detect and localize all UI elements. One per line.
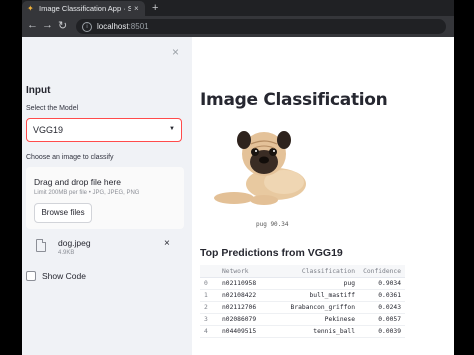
header-classification[interactable]: Classification <box>274 265 359 278</box>
file-size: 4.9KB <box>58 250 75 256</box>
file-dropzone[interactable]: Drag and drop file here Limit 200MB per … <box>26 167 184 229</box>
header-index[interactable] <box>200 265 218 278</box>
dropzone-limit: Limit 200MB per file • JPG, JPEG, PNG <box>34 190 140 196</box>
sidebar-close-icon[interactable]: × <box>172 45 179 59</box>
image-caption: pug 90.34 <box>256 221 289 228</box>
forward-arrow-icon[interactable]: → <box>42 19 53 31</box>
caret-down-icon: ▼ <box>169 126 175 132</box>
row-index: 2 <box>200 301 218 314</box>
browse-files-button[interactable]: Browse files <box>34 203 92 223</box>
letterbox-left <box>0 0 22 355</box>
tab-strip: ✦ Image Classification App · Strea × + <box>22 0 454 16</box>
table-row: 1 n02108422 bull_mastiff 0.0361 <box>200 289 405 302</box>
tab-close-icon[interactable]: × <box>134 4 139 13</box>
table-row: 4 n04409515 tennis_ball 0.0039 <box>200 325 405 338</box>
row-index: 4 <box>200 325 218 338</box>
table-row: 3 n02086079 Pekinese 0.0057 <box>200 313 405 326</box>
cell-network: n02112706 <box>218 301 274 314</box>
cell-confidence: 0.0361 <box>359 289 405 302</box>
browser-tab[interactable]: ✦ Image Classification App · Strea × <box>22 1 145 16</box>
cell-network: n02086079 <box>218 313 274 326</box>
uploaded-file: dog.jpeg 4.9KB × <box>26 236 184 262</box>
cell-classification: Brabancon_griffon <box>274 301 359 314</box>
file-remove-icon[interactable]: × <box>164 238 170 249</box>
browser-toolbar: ← → ↻ i localhost :8501 <box>22 16 454 37</box>
table-row: 2 n02112706 Brabancon_griffon 0.0243 <box>200 301 405 314</box>
row-index: 3 <box>200 313 218 326</box>
table-row: 0 n02110958 pug 0.9034 <box>200 277 405 290</box>
cell-classification: pug <box>274 277 359 290</box>
new-tab-icon[interactable]: + <box>152 2 158 14</box>
row-index: 1 <box>200 289 218 302</box>
dropzone-title: Drag and drop file here <box>34 177 121 187</box>
sidebar: × Input Select the Model VGG19 ▼ Choose … <box>22 37 192 355</box>
file-name: dog.jpeg <box>58 238 91 248</box>
model-select-label: Select the Model <box>26 105 79 112</box>
header-confidence[interactable]: Confidence <box>359 265 405 278</box>
cell-classification: tennis_ball <box>274 325 359 338</box>
cell-confidence: 0.0057 <box>359 313 405 326</box>
show-code-checkbox[interactable] <box>26 271 36 281</box>
url-port: :8501 <box>128 22 149 31</box>
row-index: 0 <box>200 277 218 290</box>
show-code-label: Show Code <box>42 271 86 281</box>
back-arrow-icon[interactable]: ← <box>27 19 38 31</box>
sidebar-title: Input <box>26 85 51 96</box>
cell-confidence: 0.9034 <box>359 277 405 290</box>
pug-photo <box>214 131 306 205</box>
cell-network: n02110958 <box>218 277 274 290</box>
cell-classification: Pekinese <box>274 313 359 326</box>
cell-network: n02108422 <box>218 289 274 302</box>
tab-title: Image Classification App · Strea <box>39 4 131 13</box>
file-icon <box>36 239 46 252</box>
cell-confidence: 0.0243 <box>359 301 405 314</box>
reload-icon[interactable]: ↻ <box>58 19 67 32</box>
address-bar[interactable]: i localhost :8501 <box>76 19 446 34</box>
streamlit-favicon-icon: ✦ <box>27 3 34 13</box>
predictions-title: Top Predictions from VGG19 <box>200 247 343 259</box>
cell-network: n04409515 <box>218 325 274 338</box>
url-host: localhost <box>97 22 129 31</box>
cell-confidence: 0.0039 <box>359 325 405 338</box>
browser-window: ✦ Image Classification App · Strea × + ←… <box>22 0 454 355</box>
model-select-value: VGG19 <box>33 125 64 135</box>
header-network[interactable]: Network <box>218 265 274 278</box>
letterbox-right <box>454 0 474 355</box>
model-select[interactable]: VGG19 ▼ <box>26 118 182 142</box>
uploader-label: Choose an image to classify <box>26 154 114 161</box>
page-title: Image Classification <box>200 90 388 110</box>
table-header-row: Network Classification Confidence <box>200 265 405 278</box>
site-info-icon[interactable]: i <box>82 21 92 32</box>
cell-classification: bull_mastiff <box>274 289 359 302</box>
predictions-table: Network Classification Confidence 0 n021… <box>200 265 405 338</box>
